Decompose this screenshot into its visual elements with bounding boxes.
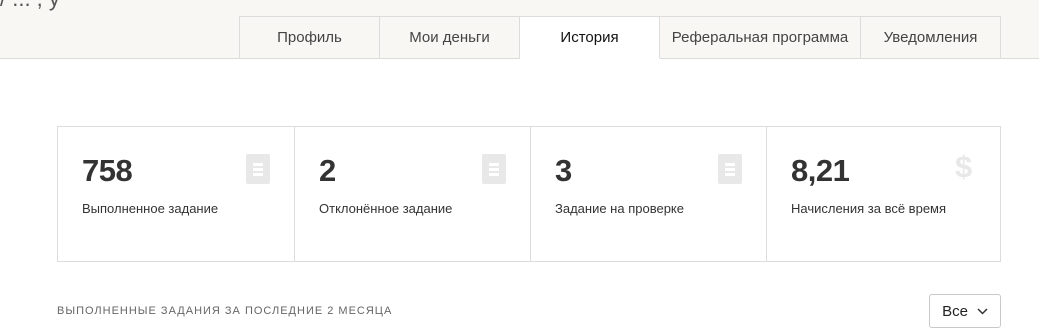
stat-value: 2 bbox=[319, 153, 336, 188]
document-icon bbox=[718, 154, 742, 184]
profile-tabs: Профиль Мои деньги История Реферальная п… bbox=[239, 16, 1001, 59]
document-icon bbox=[246, 154, 270, 184]
stat-label: Начисления за всё время bbox=[791, 201, 947, 216]
tab-label: История bbox=[560, 29, 619, 46]
page-header-clipped: / ... , у bbox=[0, 0, 60, 12]
stat-under-review: 3 Задание на проверке bbox=[531, 127, 767, 261]
tab-label: Мои деньги bbox=[409, 29, 490, 46]
stat-value: 3 bbox=[555, 153, 572, 188]
stats-panel: 758 Выполненное задание 2 Отклонённое за… bbox=[57, 126, 1001, 262]
tab-history[interactable]: История bbox=[520, 16, 660, 59]
chevron-down-icon bbox=[977, 307, 988, 315]
document-icon bbox=[482, 154, 506, 184]
stat-rejected: 2 Отклонённое задание bbox=[295, 127, 531, 261]
history-section-title: ВЫПОЛНЕННЫЕ ЗАДАНИЯ ЗА ПОСЛЕДНИЕ 2 МЕСЯЦ… bbox=[57, 305, 393, 317]
filter-selected-value: Все bbox=[942, 302, 968, 320]
stat-label: Выполненное задание bbox=[82, 201, 219, 216]
dollar-icon: $ bbox=[955, 149, 973, 184]
stat-completed: 758 Выполненное задание bbox=[58, 127, 295, 261]
tab-referral-program[interactable]: Реферальная программа bbox=[660, 16, 861, 59]
stat-value: 8,21 bbox=[791, 153, 850, 188]
tab-profile[interactable]: Профиль bbox=[239, 16, 380, 59]
tab-label: Профиль bbox=[277, 29, 342, 46]
stat-label: Задание на проверке bbox=[555, 201, 684, 216]
stat-earnings-total: 8,21 Начисления за всё время $ bbox=[767, 127, 1000, 261]
tab-label: Уведомления bbox=[883, 29, 978, 46]
tab-my-money[interactable]: Мои деньги bbox=[380, 16, 520, 59]
stat-value: 758 bbox=[82, 153, 133, 188]
stat-label: Отклонённое задание bbox=[319, 201, 453, 216]
tab-label: Реферальная программа bbox=[671, 29, 849, 46]
tab-notifications[interactable]: Уведомления bbox=[861, 16, 1001, 59]
history-filter-dropdown[interactable]: Все bbox=[929, 294, 1001, 328]
